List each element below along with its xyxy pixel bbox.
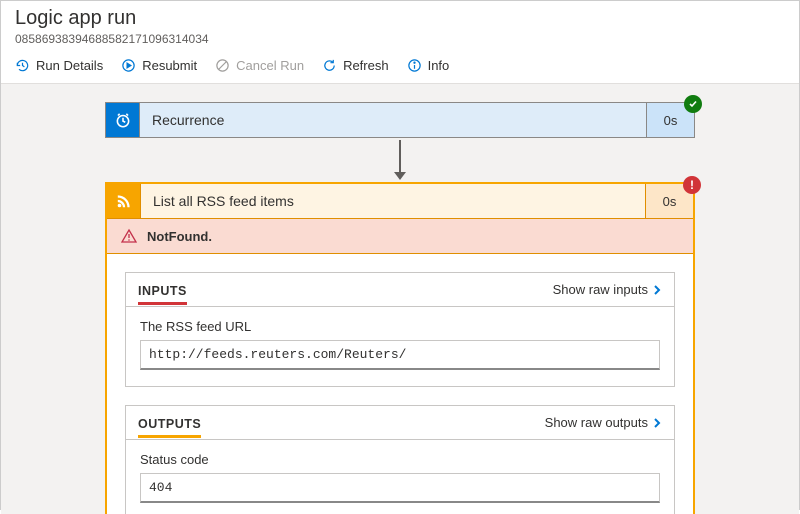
- info-button[interactable]: Info: [407, 58, 450, 73]
- history-icon: [15, 58, 30, 73]
- step-recurrence[interactable]: Recurrence 0s: [105, 102, 695, 138]
- input-field-value: http://feeds.reuters.com/Reuters/: [140, 340, 660, 370]
- warning-triangle-icon: [121, 228, 137, 244]
- resubmit-button[interactable]: Resubmit: [121, 58, 197, 73]
- page-title: Logic app run: [15, 7, 785, 30]
- page-header: Logic app run 08586938394688582171096314…: [1, 1, 799, 50]
- error-message: NotFound.: [147, 229, 212, 244]
- step-title: List all RSS feed items: [141, 184, 645, 218]
- inputs-heading: INPUTS: [138, 284, 187, 305]
- show-raw-inputs-link[interactable]: Show raw inputs: [553, 282, 662, 297]
- cancel-run-button: Cancel Run: [215, 58, 304, 73]
- step-rss-card: List all RSS feed items 0s ! NotFound. I…: [105, 182, 695, 514]
- step-title: Recurrence: [140, 103, 646, 137]
- outputs-section: OUTPUTS Show raw outputs Status code 404: [125, 405, 675, 514]
- output-field-value: 404: [140, 473, 660, 503]
- info-icon: [407, 58, 422, 73]
- error-bar: NotFound.: [107, 219, 693, 254]
- inputs-section: INPUTS Show raw inputs The RSS feed URL …: [125, 272, 675, 387]
- chevron-right-icon: [652, 418, 662, 428]
- show-raw-outputs-link[interactable]: Show raw outputs: [545, 415, 662, 430]
- toolbar: Run Details Resubmit Cancel Run Refresh …: [1, 50, 799, 84]
- clock-icon: [106, 103, 140, 137]
- run-details-button[interactable]: Run Details: [15, 58, 103, 73]
- refresh-button[interactable]: Refresh: [322, 58, 389, 73]
- outputs-heading: OUTPUTS: [138, 417, 201, 438]
- connector-arrow: [105, 140, 695, 180]
- step-rss-header[interactable]: List all RSS feed items 0s !: [107, 184, 693, 219]
- chevron-right-icon: [652, 285, 662, 295]
- output-field-label: Status code: [140, 452, 660, 467]
- refresh-icon: [322, 58, 337, 73]
- success-badge-icon: [684, 95, 702, 113]
- cancel-icon: [215, 58, 230, 73]
- error-badge-icon: !: [683, 176, 701, 194]
- run-id: 08586938394688582171096314034: [15, 32, 785, 46]
- resubmit-icon: [121, 58, 136, 73]
- rss-icon: [107, 184, 141, 218]
- input-field-label: The RSS feed URL: [140, 319, 660, 334]
- designer-canvas: Recurrence 0s List all RSS feed items 0s…: [1, 84, 799, 514]
